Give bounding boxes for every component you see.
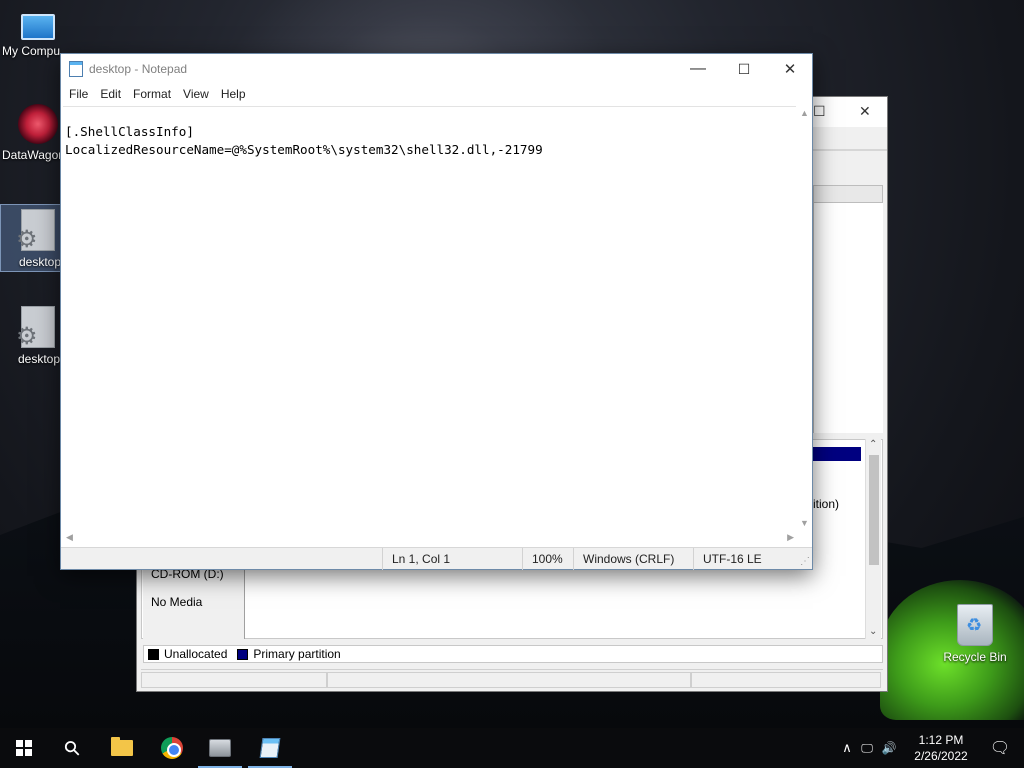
minimize-button[interactable]: —: [675, 54, 721, 84]
computer-icon: [21, 14, 55, 40]
search-button[interactable]: ⚲: [48, 728, 96, 768]
start-button[interactable]: [0, 728, 48, 768]
partition-label: ition): [813, 497, 840, 511]
status-cell: [327, 672, 691, 688]
disk-management-icon: [209, 739, 231, 757]
text-line: [.ShellClassInfo]: [65, 124, 194, 139]
cursor-position: Ln 1, Col 1: [382, 548, 522, 570]
status-bar: Ln 1, Col 1 100% Windows (CRLF) UTF-16 L…: [61, 547, 812, 570]
notepad-icon: [259, 738, 281, 758]
scroll-left-icon[interactable]: ◀: [66, 532, 73, 543]
text-line: LocalizedResourceName=@%SystemRoot%\syst…: [65, 142, 543, 157]
search-icon: ⚲: [59, 735, 86, 762]
scroll-up-icon[interactable]: ▲: [800, 108, 809, 118]
volume-icon[interactable]: 🔊: [878, 741, 900, 755]
clock-date: 2/26/2022: [914, 749, 968, 763]
scroll-down-icon[interactable]: ▼: [800, 518, 809, 528]
close-icon[interactable]: ✕: [859, 103, 871, 120]
legend-primary-partition: Primary partition: [237, 647, 341, 661]
chrome-button[interactable]: [148, 728, 196, 768]
menu-edit[interactable]: Edit: [94, 84, 127, 104]
encoding: UTF-16 LE: [693, 548, 797, 570]
taskbar: ⚲ ∧ 🖵 🔊 1:12 PM 2/26/2022 🗨: [0, 728, 1024, 768]
primary-partition-swatch: [237, 648, 249, 660]
disk-view-scrollbar[interactable]: ⌃ ⌄: [865, 439, 881, 639]
window-title: desktop - Notepad: [89, 62, 188, 76]
menu-file[interactable]: File: [63, 84, 94, 104]
scroll-up-icon[interactable]: ⌃: [869, 439, 877, 450]
notepad-taskbar-button[interactable]: [246, 728, 294, 768]
horizontal-scrollbar[interactable]: ◀ ▶: [63, 530, 797, 546]
datawagon-icon: [18, 104, 58, 144]
partition-legend: Unallocated Primary partition: [143, 645, 883, 663]
maximize-button[interactable]: ☐: [721, 54, 767, 84]
notification-center-icon[interactable]: 🗨: [982, 728, 1018, 768]
status-cell: [691, 672, 881, 688]
gear-icon: ⚙: [16, 323, 38, 350]
desktop-icon-my-computer[interactable]: My Compu: [0, 8, 76, 58]
system-tray: ∧ 🖵 🔊: [838, 728, 900, 768]
volume-list-header[interactable]: [813, 185, 883, 203]
legend-label: Unallocated: [164, 647, 228, 661]
scrollbar-thumb[interactable]: [869, 455, 879, 565]
menu-help[interactable]: Help: [215, 84, 252, 104]
zoom-level: 100%: [522, 548, 573, 570]
settings-file-icon: ⚙: [16, 306, 55, 350]
desktop-icon-label: Recycle Bin: [943, 650, 1007, 664]
network-icon[interactable]: 🖵: [856, 741, 878, 756]
maximize-icon[interactable]: ☐: [813, 103, 826, 120]
chrome-icon: [161, 737, 183, 759]
gear-icon: ⚙: [16, 226, 38, 253]
cdrom-status: No Media: [151, 595, 203, 609]
recycle-bin-icon: [957, 604, 993, 646]
folder-icon: [111, 737, 133, 756]
line-ending: Windows (CRLF): [573, 548, 693, 570]
resize-grip-icon[interactable]: ⋰: [800, 556, 810, 567]
disk-management-taskbar-button[interactable]: [196, 728, 244, 768]
desktop-icon-recycle-bin[interactable]: Recycle Bin: [936, 604, 1014, 664]
status-cell: [141, 672, 327, 688]
legend-label: Primary partition: [253, 647, 341, 661]
primary-partition-bar: [813, 447, 861, 461]
menu-format[interactable]: Format: [127, 84, 177, 104]
menu-view[interactable]: View: [177, 84, 215, 104]
clock[interactable]: 1:12 PM 2/26/2022: [906, 732, 976, 764]
menu-bar: File Edit Format View Help: [61, 84, 812, 104]
file-explorer-button[interactable]: [98, 728, 146, 768]
disk-management-statusbar: [141, 669, 883, 689]
volume-list[interactable]: [813, 203, 883, 433]
show-hidden-icons-chevron-icon[interactable]: ∧: [838, 740, 856, 756]
scroll-down-icon[interactable]: ⌄: [869, 626, 877, 637]
close-button[interactable]: ✕: [767, 54, 813, 84]
vertical-scrollbar[interactable]: ▲ ▼: [796, 106, 812, 530]
notepad-titlebar[interactable]: desktop - Notepad — ☐ ✕: [61, 54, 812, 84]
unallocated-swatch: [148, 648, 159, 660]
cdrom-disk-label[interactable]: CD-ROM (D:) No Media: [143, 567, 245, 639]
clock-time: 1:12 PM: [918, 733, 964, 747]
settings-file-icon: ⚙: [16, 209, 55, 253]
notepad-app-icon: [69, 61, 83, 77]
text-editor[interactable]: [.ShellClassInfo] LocalizedResourceName=…: [63, 106, 797, 530]
scroll-right-icon[interactable]: ▶: [787, 532, 794, 543]
notepad-window[interactable]: desktop - Notepad — ☐ ✕ File Edit Format…: [60, 53, 813, 570]
windows-logo-icon: [16, 740, 32, 756]
legend-unallocated: Unallocated: [148, 647, 227, 661]
